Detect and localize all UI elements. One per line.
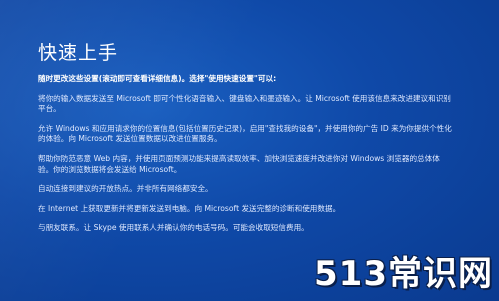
watermark-logo: 513常识网 xyxy=(314,254,493,294)
paragraph-skype: 与朋友联系。让 Skype 使用联系人并确认你的电话号码。可能会收取短信费用。 xyxy=(38,223,309,233)
paragraph-location: 允许 Windows 和应用请求你的位置信息(包括位置历史记录)，启用"查找我的… xyxy=(38,123,452,144)
settings-description: 随时更改这些设置(滚动即可查看详细信息)。选择"使用快速设置"可以: 将你的输入… xyxy=(38,74,453,243)
paragraph-input-data: 将你的输入数据发送至 Microsoft 即可个性化语音输入、键盘输入和墨迹输入… xyxy=(38,93,451,114)
paragraph-hotspots: 自动连接到建议的开放热点。并非所有网络都安全。 xyxy=(38,184,213,194)
paragraph-updates: 在 Internet 上获取更新并将更新发送到电脑。向 Microsoft 发送… xyxy=(38,203,341,213)
page-title: 快速上手 xyxy=(38,42,119,64)
intro-text: 随时更改这些设置(滚动即可查看详细信息)。选择"使用快速设置"可以: xyxy=(38,74,277,83)
setup-screen: 快速上手 随时更改这些设置(滚动即可查看详细信息)。选择"使用快速设置"可以: … xyxy=(0,0,499,301)
paragraph-browser: 帮助你防范恶意 Web 内容，并使用页面预测功能来提高读取效率、加快浏览速度并改… xyxy=(38,153,440,174)
